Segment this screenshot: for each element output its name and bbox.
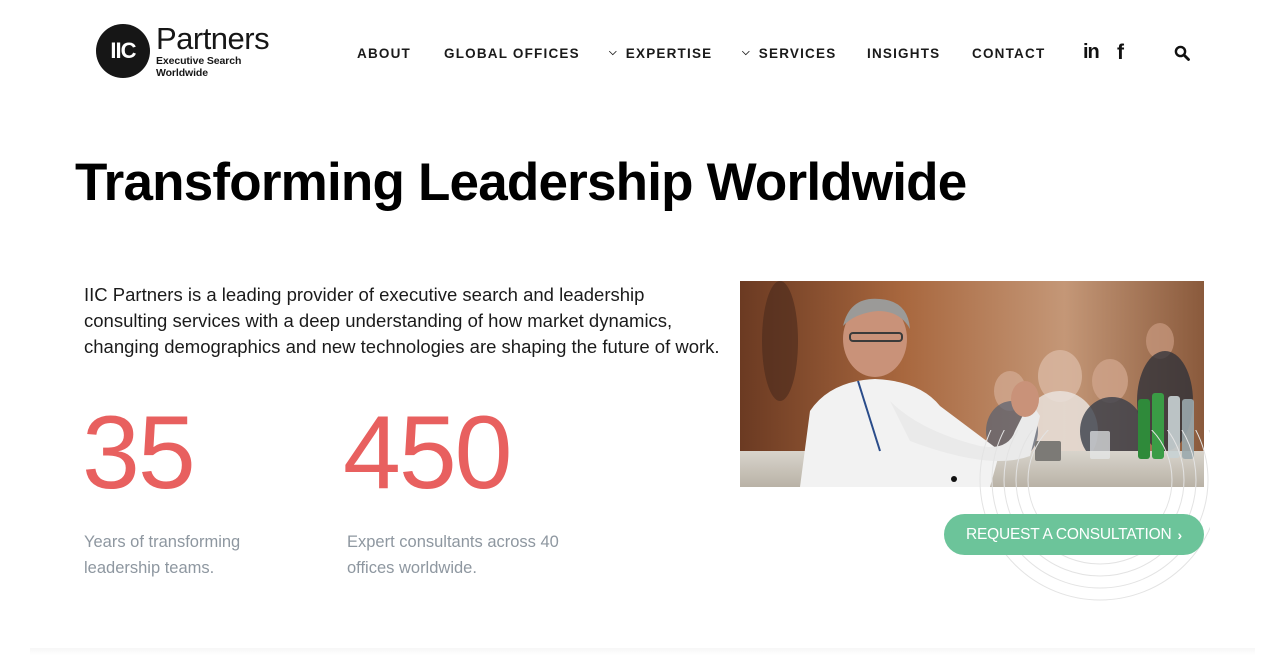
stat-consultants-value: 450 [343,395,513,511]
carousel-dot-active[interactable] [951,476,957,482]
logo-badge: IIC [96,24,150,78]
stat-years-value: 35 [82,395,196,511]
site-logo[interactable]: IIC Partners Executive Search Worldwide [96,23,296,79]
chevron-right-icon: › [1177,526,1183,543]
request-consultation-button[interactable]: REQUEST A CONSULTATION › [944,514,1204,555]
chevron-down-icon: ⌵ [742,46,751,58]
facebook-icon[interactable]: f [1117,41,1124,65]
nav-item-about[interactable]: ABOUT [357,46,411,61]
social-links: in f [1083,41,1124,64]
stat-consultants-caption: Expert consultants across 40 offices wor… [347,533,559,577]
logo-tagline: Executive Search Worldwide [155,54,242,79]
logo-name: Partners [155,20,270,56]
nav-label: GLOBAL OFFICES [444,45,580,61]
nav-item-contact[interactable]: CONTACT [972,46,1045,61]
intro-paragraph: IIC Partners is a leading provider of ex… [84,284,720,357]
stat-years-caption: Years of transforming leadership teams. [84,533,241,577]
nav-item-global-offices[interactable]: GLOBAL OFFICES [444,46,580,61]
nav-label: SERVICES [758,45,837,61]
search-icon[interactable] [1174,45,1190,61]
nav-item-insights[interactable]: INSIGHTS [867,46,940,61]
hero-photo [740,281,1204,487]
nav-item-expertise[interactable]: ⌵ EXPERTISE [609,46,712,61]
cta-label: REQUEST A CONSULTATION [966,525,1172,543]
section-divider [30,648,1255,655]
nav-item-services[interactable]: ⌵ SERVICES [742,46,836,61]
nav-label: EXPERTISE [625,45,713,61]
nav-label: CONTACT [972,45,1046,61]
page-title: Transforming Leadership Worldwide [75,153,967,212]
chevron-down-icon: ⌵ [609,46,618,58]
nav-label: ABOUT [357,45,411,61]
nav-label: INSIGHTS [867,45,941,61]
linkedin-icon[interactable]: in [1083,41,1100,64]
